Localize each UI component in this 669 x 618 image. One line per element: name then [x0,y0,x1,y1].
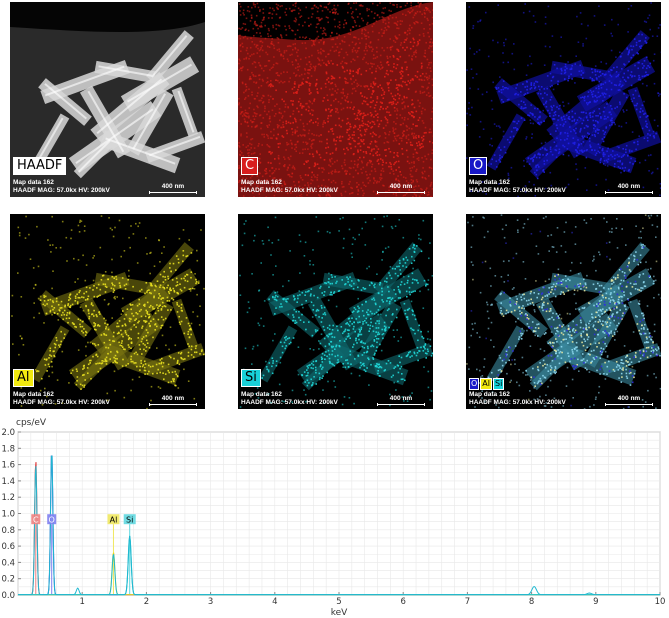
x-tick-label: 5 [336,597,341,607]
map-metadata: Map data 162 HAADF MAG: 57.0kx HV: 200kV [13,391,110,406]
element-tag: HAADF [13,157,67,175]
y-tick-label: 1.2 [1,493,15,503]
x-tick-label: 9 [593,597,598,607]
x-tick-label: 3 [208,597,213,607]
y-axis-label: cps/eV [16,418,47,428]
y-tick-label: 0.6 [1,542,15,552]
haadf-map-panel: HAADF Map data 162 HAADF MAG: 57.0kx HV: … [10,2,205,197]
map-metadata: Map data 162 HAADF MAG: 57.0kx HV: 200kV [469,179,566,194]
peak-label: O [47,514,57,525]
map-metadata: Map data 162 HAADF MAG: 57.0kx HV: 200kV [469,391,566,406]
y-tick-label: 2.0 [1,428,15,438]
x-tick-label: 1 [79,597,84,607]
element-tag: C [241,157,259,175]
x-axis-label: keV [331,608,348,618]
overlay-map-panel: O Al Si Map data 162 HAADF MAG: 57.0kx HV… [466,214,661,409]
x-tick-label: 7 [465,597,470,607]
aluminum-map-image [11,215,205,409]
overlay-element-tags: O Al Si [469,378,505,390]
peak-label: C [31,514,41,525]
silicon-map-panel: Si Map data 162 HAADF MAG: 57.0kx HV: 200… [238,214,433,409]
x-tick-label: 2 [144,597,149,607]
scale-bar: 400 nm [149,395,197,406]
scale-bar: 400 nm [605,395,653,406]
y-tick-label: 1.6 [1,461,15,471]
x-tick-label: 10 [655,597,666,607]
element-tag: Al [480,378,492,390]
y-tick-label: 1.8 [1,444,15,454]
aluminum-map-panel: Al Map data 162 HAADF MAG: 57.0kx HV: 200… [10,214,205,409]
element-tag: Si [493,378,505,390]
carbon-map-panel: C Map data 162 HAADF MAG: 57.0kx HV: 200k… [238,2,433,197]
y-tick-label: 0.4 [1,558,15,568]
oxygen-map-panel: O Map data 162 HAADF MAG: 57.0kx HV: 200k… [466,2,661,197]
map-metadata: Map data 162 HAADF MAG: 57.0kx HV: 200kV [241,391,338,406]
carbon-map-image [238,2,433,197]
peak-label: Si [123,514,136,525]
element-tag: O [469,378,480,390]
x-tick-label: 8 [529,597,534,607]
map-metadata: Map data 162 HAADF MAG: 57.0kx HV: 200kV [13,179,110,194]
silicon-map-image [239,215,433,408]
oxygen-map-image [466,2,661,197]
map-metadata: Map data 162 HAADF MAG: 57.0kx HV: 200kV [241,179,338,194]
y-tick-label: 0.2 [1,575,15,585]
y-tick-label: 0.8 [1,526,15,536]
x-tick-label: 6 [400,597,405,607]
peak-label: Al [107,514,120,525]
scale-bar: 400 nm [149,183,197,194]
element-tag: O [469,157,488,175]
y-tick-label: 0.0 [1,591,15,601]
scale-bar: 400 nm [605,183,653,194]
scale-bar: 400 nm [377,183,425,194]
x-tick-label: 4 [272,597,277,607]
eds-spectrum-chart: 0.0 0.2 0.4 0.6 0.8 1.0 1.2 1.4 1.6 1.8 2.0 1 2 3 4 5 6 7… [1,418,666,618]
element-tag: Si [241,369,261,387]
y-tick-label: 1.4 [1,477,15,487]
y-tick-label: 1.0 [1,510,15,520]
scale-bar: 400 nm [377,395,425,406]
element-tag: Al [13,369,34,387]
